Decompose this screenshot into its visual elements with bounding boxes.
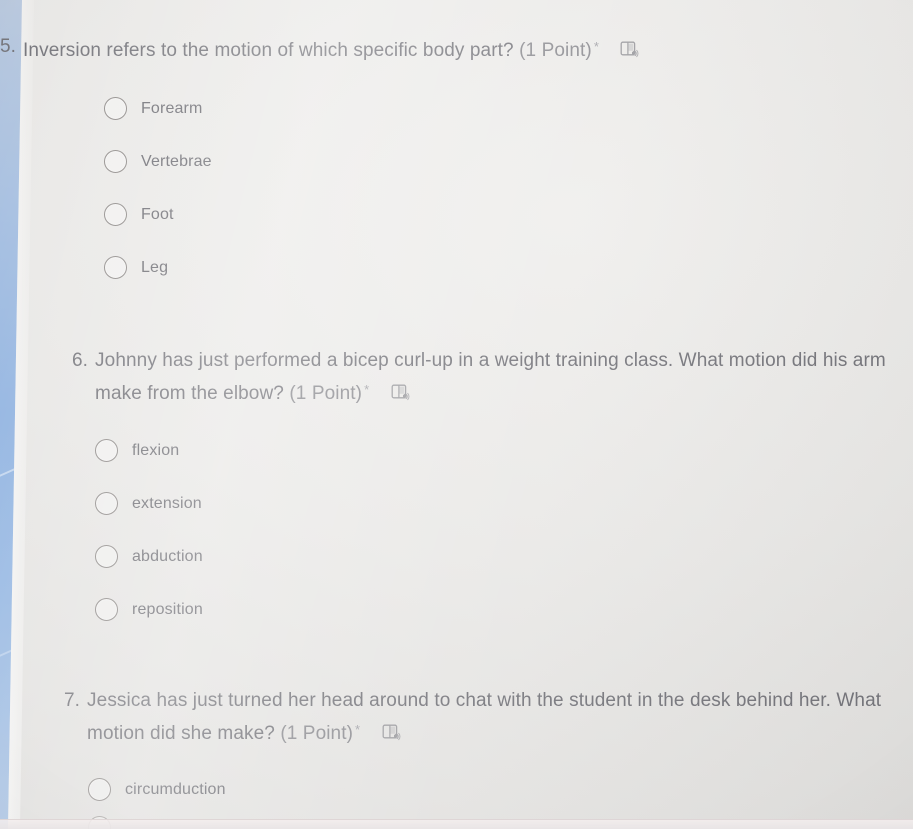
- option-label: abduction: [132, 547, 203, 565]
- option-circumduction[interactable]: circumduction: [88, 763, 913, 816]
- question-5-body: Inversion refers to the motion of which …: [23, 32, 823, 65]
- read-aloud-icon[interactable]: [620, 41, 639, 59]
- option-label: Leg: [141, 258, 169, 276]
- option-label: extension: [132, 494, 202, 512]
- option-extension[interactable]: extension: [95, 477, 913, 530]
- radio-icon[interactable]: [88, 778, 111, 801]
- option-foot[interactable]: Foot: [104, 188, 913, 241]
- question-5-number: 5.: [0, 36, 17, 57]
- radio-icon[interactable]: [104, 150, 127, 173]
- option-label: Forearm: [141, 99, 203, 117]
- radio-icon[interactable]: [88, 816, 111, 829]
- read-aloud-icon[interactable]: [382, 724, 401, 742]
- question-7-body: Jessica has just turned her head around …: [87, 686, 887, 748]
- option-partially-visible[interactable]: [88, 816, 913, 829]
- read-aloud-icon[interactable]: [391, 384, 410, 402]
- question-5: 5. Inversion refers to the motion of whi…: [0, 32, 913, 294]
- radio-icon[interactable]: [104, 203, 127, 226]
- question-7-number: 7.: [64, 690, 81, 711]
- question-7-options: circumduction: [88, 763, 913, 829]
- option-reposition[interactable]: reposition: [95, 583, 913, 636]
- option-leg[interactable]: Leg: [104, 241, 913, 294]
- option-vertebrae[interactable]: Vertebrae: [104, 135, 913, 188]
- question-5-text: Inversion refers to the motion of which …: [23, 40, 514, 61]
- option-label: flexion: [132, 441, 180, 459]
- question-5-points: (1 Point): [519, 40, 592, 61]
- radio-icon[interactable]: [95, 492, 118, 515]
- radio-icon[interactable]: [95, 598, 118, 621]
- radio-icon[interactable]: [104, 97, 127, 120]
- radio-icon[interactable]: [95, 439, 118, 462]
- question-7: 7. Jessica has just turned her head arou…: [0, 686, 913, 829]
- question-6-text: Johnny has just performed a bicep curl-u…: [95, 350, 886, 404]
- question-7-points: (1 Point): [280, 723, 354, 744]
- question-6-options: flexion extension abduction reposition: [95, 424, 913, 636]
- radio-icon[interactable]: [95, 545, 118, 568]
- option-abduction[interactable]: abduction: [95, 530, 913, 583]
- question-7-text: Jessica has just turned her head around …: [87, 690, 882, 744]
- quiz-screenshot: 5. Inversion refers to the motion of whi…: [0, 0, 913, 829]
- question-6-body: Johnny has just performed a bicep curl-u…: [95, 346, 895, 408]
- option-label: Foot: [141, 205, 174, 223]
- radio-icon[interactable]: [104, 256, 127, 279]
- question-5-required-asterisk: *: [593, 39, 599, 54]
- question-5-options: Forearm Vertebrae Foot Leg: [104, 82, 913, 294]
- option-label: Vertebrae: [141, 152, 212, 170]
- question-7-required-asterisk: *: [355, 722, 361, 737]
- question-6-header: 6. Johnny has just performed a bicep cur…: [0, 346, 913, 408]
- option-forearm[interactable]: Forearm: [104, 82, 913, 135]
- option-label: reposition: [132, 600, 203, 618]
- quiz-form: 5. Inversion refers to the motion of whi…: [0, 0, 913, 829]
- question-6-required-asterisk: *: [364, 382, 370, 397]
- question-6: 6. Johnny has just performed a bicep cur…: [0, 346, 913, 636]
- question-5-header: 5. Inversion refers to the motion of whi…: [0, 32, 913, 65]
- option-label: circumduction: [125, 780, 226, 798]
- option-flexion[interactable]: flexion: [95, 424, 913, 477]
- question-6-number: 6.: [72, 350, 89, 371]
- question-6-points: (1 Point): [289, 383, 363, 404]
- question-7-header: 7. Jessica has just turned her head arou…: [0, 686, 913, 748]
